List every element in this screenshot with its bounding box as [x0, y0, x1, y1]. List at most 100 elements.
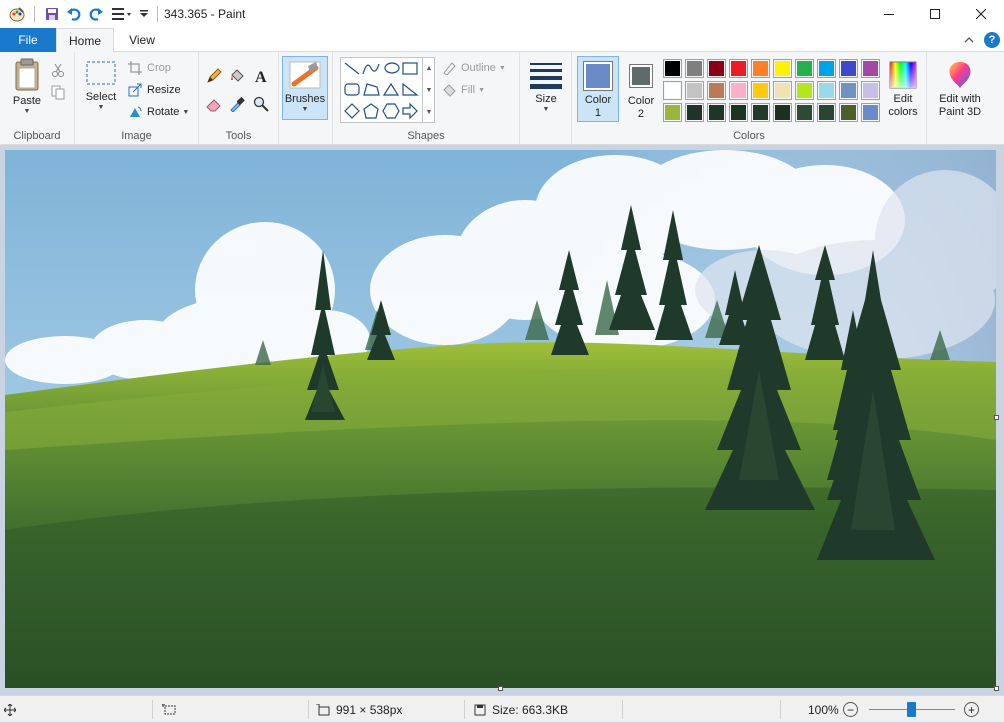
fill-button[interactable]: Fill ▼: [441, 80, 485, 100]
color-swatch[interactable]: [707, 81, 726, 100]
scroll-up-icon[interactable]: ▲: [426, 65, 433, 72]
text-tool[interactable]: A: [253, 66, 269, 86]
close-button[interactable]: [958, 0, 1004, 28]
color-swatch[interactable]: [817, 81, 836, 100]
color-swatch[interactable]: [839, 59, 858, 78]
color-swatch[interactable]: [729, 81, 748, 100]
color-swatch[interactable]: [839, 103, 858, 122]
zoom-out-button[interactable]: −: [843, 702, 858, 717]
color-swatch[interactable]: [773, 103, 792, 122]
edit-colors-button[interactable]: Edit colors: [883, 60, 923, 119]
customize-menu-icon[interactable]: [107, 3, 137, 25]
color-swatch[interactable]: [817, 103, 836, 122]
paste-button[interactable]: Paste ▼: [8, 58, 46, 115]
expand-gallery-icon[interactable]: ▼: [426, 109, 433, 116]
magnifier-tool[interactable]: [253, 94, 269, 114]
color-swatch[interactable]: [663, 59, 682, 78]
zoom-slider-thumb[interactable]: [907, 702, 916, 717]
color-swatch[interactable]: [795, 81, 814, 100]
color-swatch[interactable]: [861, 59, 880, 78]
tab-view[interactable]: View: [114, 28, 170, 52]
eraser-tool[interactable]: [206, 94, 222, 114]
color-swatch[interactable]: [729, 59, 748, 78]
drawing-canvas[interactable]: [5, 150, 996, 688]
resize-button[interactable]: Resize: [127, 80, 181, 100]
tab-file[interactable]: File: [0, 28, 56, 52]
color-picker-tool[interactable]: [229, 94, 245, 114]
color-swatch[interactable]: [729, 103, 748, 122]
color-swatch[interactable]: [817, 59, 836, 78]
color-swatch[interactable]: [795, 59, 814, 78]
paint3d-label: Edit with Paint 3D: [938, 93, 982, 118]
colors-group-label: Colors: [733, 130, 765, 142]
colors-group: Color 1 Color 2 Edit colors Colors: [572, 52, 927, 145]
minimize-button[interactable]: [866, 0, 912, 28]
eyedropper-icon: [230, 97, 245, 112]
color-swatch[interactable]: [663, 103, 682, 122]
help-icon[interactable]: ?: [984, 32, 1000, 48]
undo-icon[interactable]: [63, 3, 85, 25]
maximize-button[interactable]: [912, 0, 958, 28]
color-swatch[interactable]: [707, 59, 726, 78]
pencil-tool[interactable]: [206, 66, 222, 86]
ribbon-tab-bar: File Home View ?: [0, 28, 1004, 53]
ribbon: Paste ▼ Clipboard Select ▼ Crop Resize R…: [0, 52, 1004, 145]
paint3d-icon: [949, 62, 971, 88]
rotate-button[interactable]: Rotate ▼: [127, 102, 189, 122]
redo-icon[interactable]: [85, 3, 107, 25]
polygon-shape-icon: [363, 83, 380, 96]
crop-button[interactable]: Crop: [127, 58, 171, 78]
color-swatch[interactable]: [685, 81, 704, 100]
fill-bucket-icon: [231, 69, 244, 82]
color-swatch[interactable]: [751, 81, 770, 100]
resize-handle-right[interactable]: [994, 415, 999, 420]
status-divider: [464, 700, 465, 719]
scroll-down-icon[interactable]: ▼: [426, 87, 433, 94]
outline-button[interactable]: Outline ▼: [441, 58, 506, 78]
crop-icon: [127, 60, 143, 76]
resize-label: Resize: [147, 84, 181, 96]
color1-button[interactable]: Color 1: [577, 56, 619, 122]
color-swatch[interactable]: [685, 59, 704, 78]
curve-shape-icon: [362, 63, 380, 75]
qat-dropdown-icon[interactable]: [137, 3, 151, 25]
tools-group: A Tools: [199, 52, 279, 145]
color-swatch[interactable]: [773, 81, 792, 100]
paint-app-icon[interactable]: [6, 3, 28, 25]
resize-handle-bottom[interactable]: [498, 686, 503, 691]
color2-button[interactable]: Color 2: [621, 64, 661, 121]
edit-with-paint3d-button[interactable]: Edit with Paint 3D: [932, 60, 988, 119]
canvas-area[interactable]: [0, 146, 1004, 695]
tab-home[interactable]: Home: [56, 28, 114, 53]
copy-button[interactable]: [50, 82, 66, 102]
fill-tool[interactable]: [229, 66, 245, 86]
select-button[interactable]: Select ▼: [81, 60, 121, 111]
cut-button[interactable]: [50, 60, 66, 80]
status-bar: 991 × 538px Size: 663.3KB 100% − +: [0, 695, 1004, 722]
color-swatch[interactable]: [751, 59, 770, 78]
save-icon[interactable]: [41, 3, 63, 25]
color-swatch[interactable]: [773, 59, 792, 78]
shape-icons: [344, 62, 419, 120]
color-swatch[interactable]: [795, 103, 814, 122]
brushes-button[interactable]: Brushes ▼: [282, 56, 328, 120]
color-swatch[interactable]: [685, 103, 704, 122]
color-swatch[interactable]: [663, 81, 682, 100]
zoom-in-button[interactable]: +: [964, 702, 979, 717]
color-swatch[interactable]: [707, 103, 726, 122]
crop-label: Crop: [147, 62, 171, 74]
rotate-label: Rotate: [147, 106, 180, 118]
collapse-ribbon-icon[interactable]: [964, 36, 974, 44]
color-swatch[interactable]: [751, 103, 770, 122]
outline-icon: [441, 60, 457, 76]
resize-handle-corner[interactable]: [994, 686, 999, 691]
shapes-gallery-scroll[interactable]: ▲ ▼ ▼: [422, 57, 435, 123]
color-swatch[interactable]: [839, 81, 858, 100]
size-button[interactable]: Size ▼: [526, 60, 566, 113]
landscape-painting: [5, 150, 996, 688]
color-swatch[interactable]: [861, 103, 880, 122]
status-divider: [308, 700, 309, 719]
file-size: Size: 663.3KB: [474, 696, 568, 723]
select-rectangle-icon: [86, 61, 116, 85]
color-swatch[interactable]: [861, 81, 880, 100]
